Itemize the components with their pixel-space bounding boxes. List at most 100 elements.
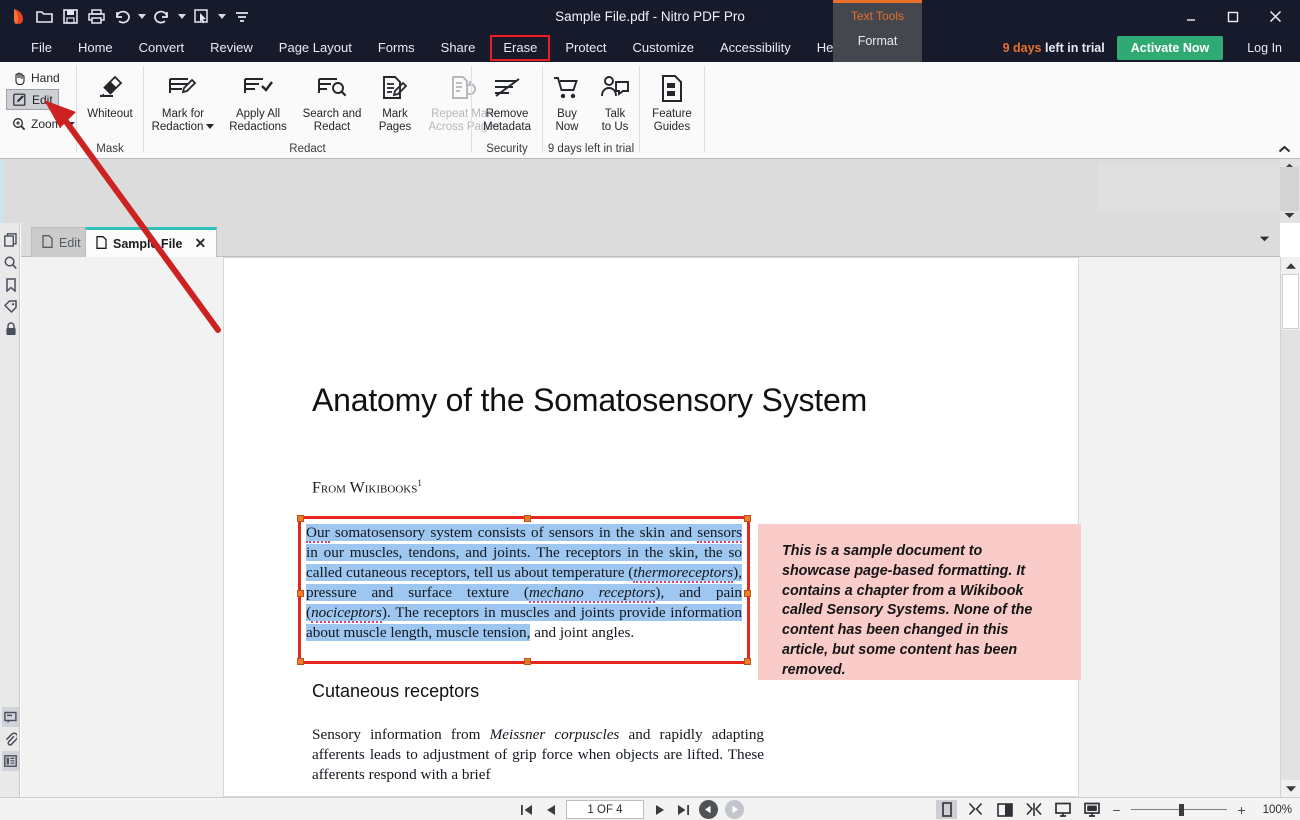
talk-to-us-label: Talk to Us	[601, 108, 629, 133]
trial-days: 9 days	[1002, 40, 1042, 55]
feature-guides-label: Feature Guides	[652, 108, 692, 133]
mark-pages-button[interactable]: Mark Pages	[370, 65, 420, 134]
resize-handle-e[interactable]	[744, 590, 751, 597]
zoom-out-button[interactable]: −	[1110, 802, 1123, 818]
zoom-slider[interactable]	[1131, 800, 1227, 819]
menu-accessibility[interactable]: Accessibility	[707, 33, 804, 62]
tool-zoom[interactable]: Zoom	[6, 113, 81, 134]
search-and-redact-label: Search and Redact	[302, 108, 362, 133]
apply-all-redactions-icon	[243, 70, 273, 106]
fit-page-icon[interactable]	[1052, 800, 1073, 819]
left-rail	[0, 223, 20, 797]
menu-file[interactable]: File	[18, 33, 65, 62]
whiteout-button[interactable]: Whiteout	[77, 65, 143, 121]
continuous-facing-view-icon[interactable]	[1023, 800, 1044, 819]
security-lock-icon[interactable]	[2, 319, 19, 339]
tool-edit[interactable]: Edit	[6, 89, 59, 110]
page-scroll-down-icon[interactable]	[1281, 780, 1300, 797]
talk-to-us-button[interactable]: Talk to Us	[591, 65, 639, 134]
zoom-dropdown-icon[interactable]	[67, 113, 76, 134]
menu-page-layout[interactable]: Page Layout	[266, 33, 365, 62]
whiteout-label: Whiteout	[87, 108, 133, 120]
menu-customize[interactable]: Customize	[620, 33, 707, 62]
tags-icon[interactable]	[2, 297, 19, 317]
layers-icon[interactable]	[2, 751, 19, 771]
previous-view-icon[interactable]	[699, 800, 718, 819]
menu-share[interactable]: Share	[428, 33, 489, 62]
ribbon-group-mask: Whiteout Mask	[77, 62, 143, 158]
mark-for-redaction-dropdown-icon[interactable]	[206, 121, 214, 134]
workspace-left-accent	[0, 159, 4, 223]
menu-convert[interactable]: Convert	[126, 33, 198, 62]
zoom-in-button[interactable]: +	[1235, 802, 1248, 818]
first-page-icon[interactable]	[518, 800, 535, 819]
menu-review[interactable]: Review	[197, 33, 266, 62]
tool-hand[interactable]: Hand	[6, 67, 65, 88]
tab-edit[interactable]: Edit	[31, 227, 92, 257]
menu-protect[interactable]: Protect	[552, 33, 619, 62]
zoom-level-label: 100%	[1262, 803, 1292, 816]
attachments-icon[interactable]	[2, 729, 19, 749]
text-tools-contextual-tab[interactable]: Text Tools Format	[833, 0, 922, 62]
ribbon-group-trial: Buy Now Talk to Us 9 days left in trial	[543, 62, 639, 158]
menu-forms[interactable]: Forms	[365, 33, 428, 62]
resize-handle-w[interactable]	[297, 590, 304, 597]
page-scroll-up-icon[interactable]	[1281, 257, 1300, 274]
zoom-slider-knob[interactable]	[1179, 804, 1184, 816]
menu-home[interactable]: Home	[65, 33, 126, 62]
ribbon: Hand Edit Zoom Whiteout Mask Mark for Re…	[0, 62, 1300, 159]
next-view-icon[interactable]	[725, 800, 744, 819]
mark-for-redaction-button[interactable]: Mark for Redaction	[144, 65, 222, 134]
resize-handle-nw[interactable]	[297, 515, 304, 522]
continuous-view-icon[interactable]	[965, 800, 986, 819]
resize-handle-se[interactable]	[744, 658, 751, 665]
pink-sidebar-note[interactable]: This is a sample document to showcase pa…	[758, 524, 1081, 680]
buy-now-button[interactable]: Buy Now	[543, 65, 591, 134]
page-scrollbar[interactable]	[1280, 257, 1300, 797]
status-bar: 1 OF 4 − + 100%	[0, 797, 1300, 820]
activate-now-button[interactable]: Activate Now	[1116, 35, 1224, 60]
last-page-icon[interactable]	[675, 800, 692, 819]
comments-icon[interactable]	[2, 707, 19, 727]
talk-to-us-icon	[601, 70, 629, 106]
bookmarks-icon[interactable]	[2, 275, 19, 295]
facing-pages-view-icon[interactable]	[994, 800, 1015, 819]
log-in-button[interactable]: Log In	[1235, 41, 1294, 55]
workspace-scrollbar[interactable]	[1280, 159, 1300, 223]
search-and-redact-button[interactable]: Search and Redact	[294, 65, 370, 134]
menu-erase[interactable]: Erase	[490, 34, 551, 61]
workspace-scroll-down-icon[interactable]	[1280, 208, 1299, 223]
maximize-icon[interactable]	[1212, 0, 1254, 33]
page-scroll-track[interactable]	[1281, 330, 1300, 780]
tab-format[interactable]: Format	[833, 34, 922, 48]
minimize-icon[interactable]	[1170, 0, 1212, 33]
document-canvas: Anatomy of the Somatosensory System From…	[21, 257, 1280, 797]
presentation-mode-icon[interactable]	[1081, 800, 1102, 819]
page-scroll-thumb[interactable]	[1282, 274, 1299, 329]
selected-text-content[interactable]: Our somatosensory system consists of sen…	[306, 523, 743, 657]
pages-thumbnails-icon[interactable]	[2, 230, 19, 250]
resize-handle-sw[interactable]	[297, 658, 304, 665]
single-page-view-icon[interactable]	[936, 800, 957, 819]
remove-metadata-label: Remove Metadata	[483, 108, 531, 133]
page-number-input[interactable]: 1 OF 4	[566, 800, 644, 819]
edit-pencil-icon	[12, 92, 27, 107]
workspace-scroll-thumb[interactable]	[1280, 167, 1299, 211]
search-icon[interactable]	[2, 253, 19, 273]
selected-text-box[interactable]: Our somatosensory system consists of sen…	[297, 515, 751, 665]
next-page-icon[interactable]	[651, 800, 668, 819]
resize-handle-s[interactable]	[524, 658, 531, 665]
pdf-page[interactable]: Anatomy of the Somatosensory System From…	[223, 257, 1081, 797]
tab-close-icon[interactable]: ✕	[194, 235, 206, 252]
tab-sample-file[interactable]: Sample File ✕	[85, 227, 218, 257]
tab-overflow-icon[interactable]	[1258, 233, 1270, 245]
close-icon[interactable]	[1254, 0, 1296, 33]
apply-all-redactions-button[interactable]: Apply All Redactions	[222, 65, 294, 134]
previous-page-icon[interactable]	[542, 800, 559, 819]
remove-metadata-button[interactable]: Remove Metadata	[472, 65, 542, 134]
ribbon-collapse-button[interactable]	[1276, 142, 1292, 156]
feature-guides-button[interactable]: Feature Guides	[640, 65, 704, 134]
resize-handle-n[interactable]	[524, 515, 531, 522]
ribbon-group-redact-label: Redact	[289, 143, 326, 155]
resize-handle-ne[interactable]	[744, 515, 751, 522]
